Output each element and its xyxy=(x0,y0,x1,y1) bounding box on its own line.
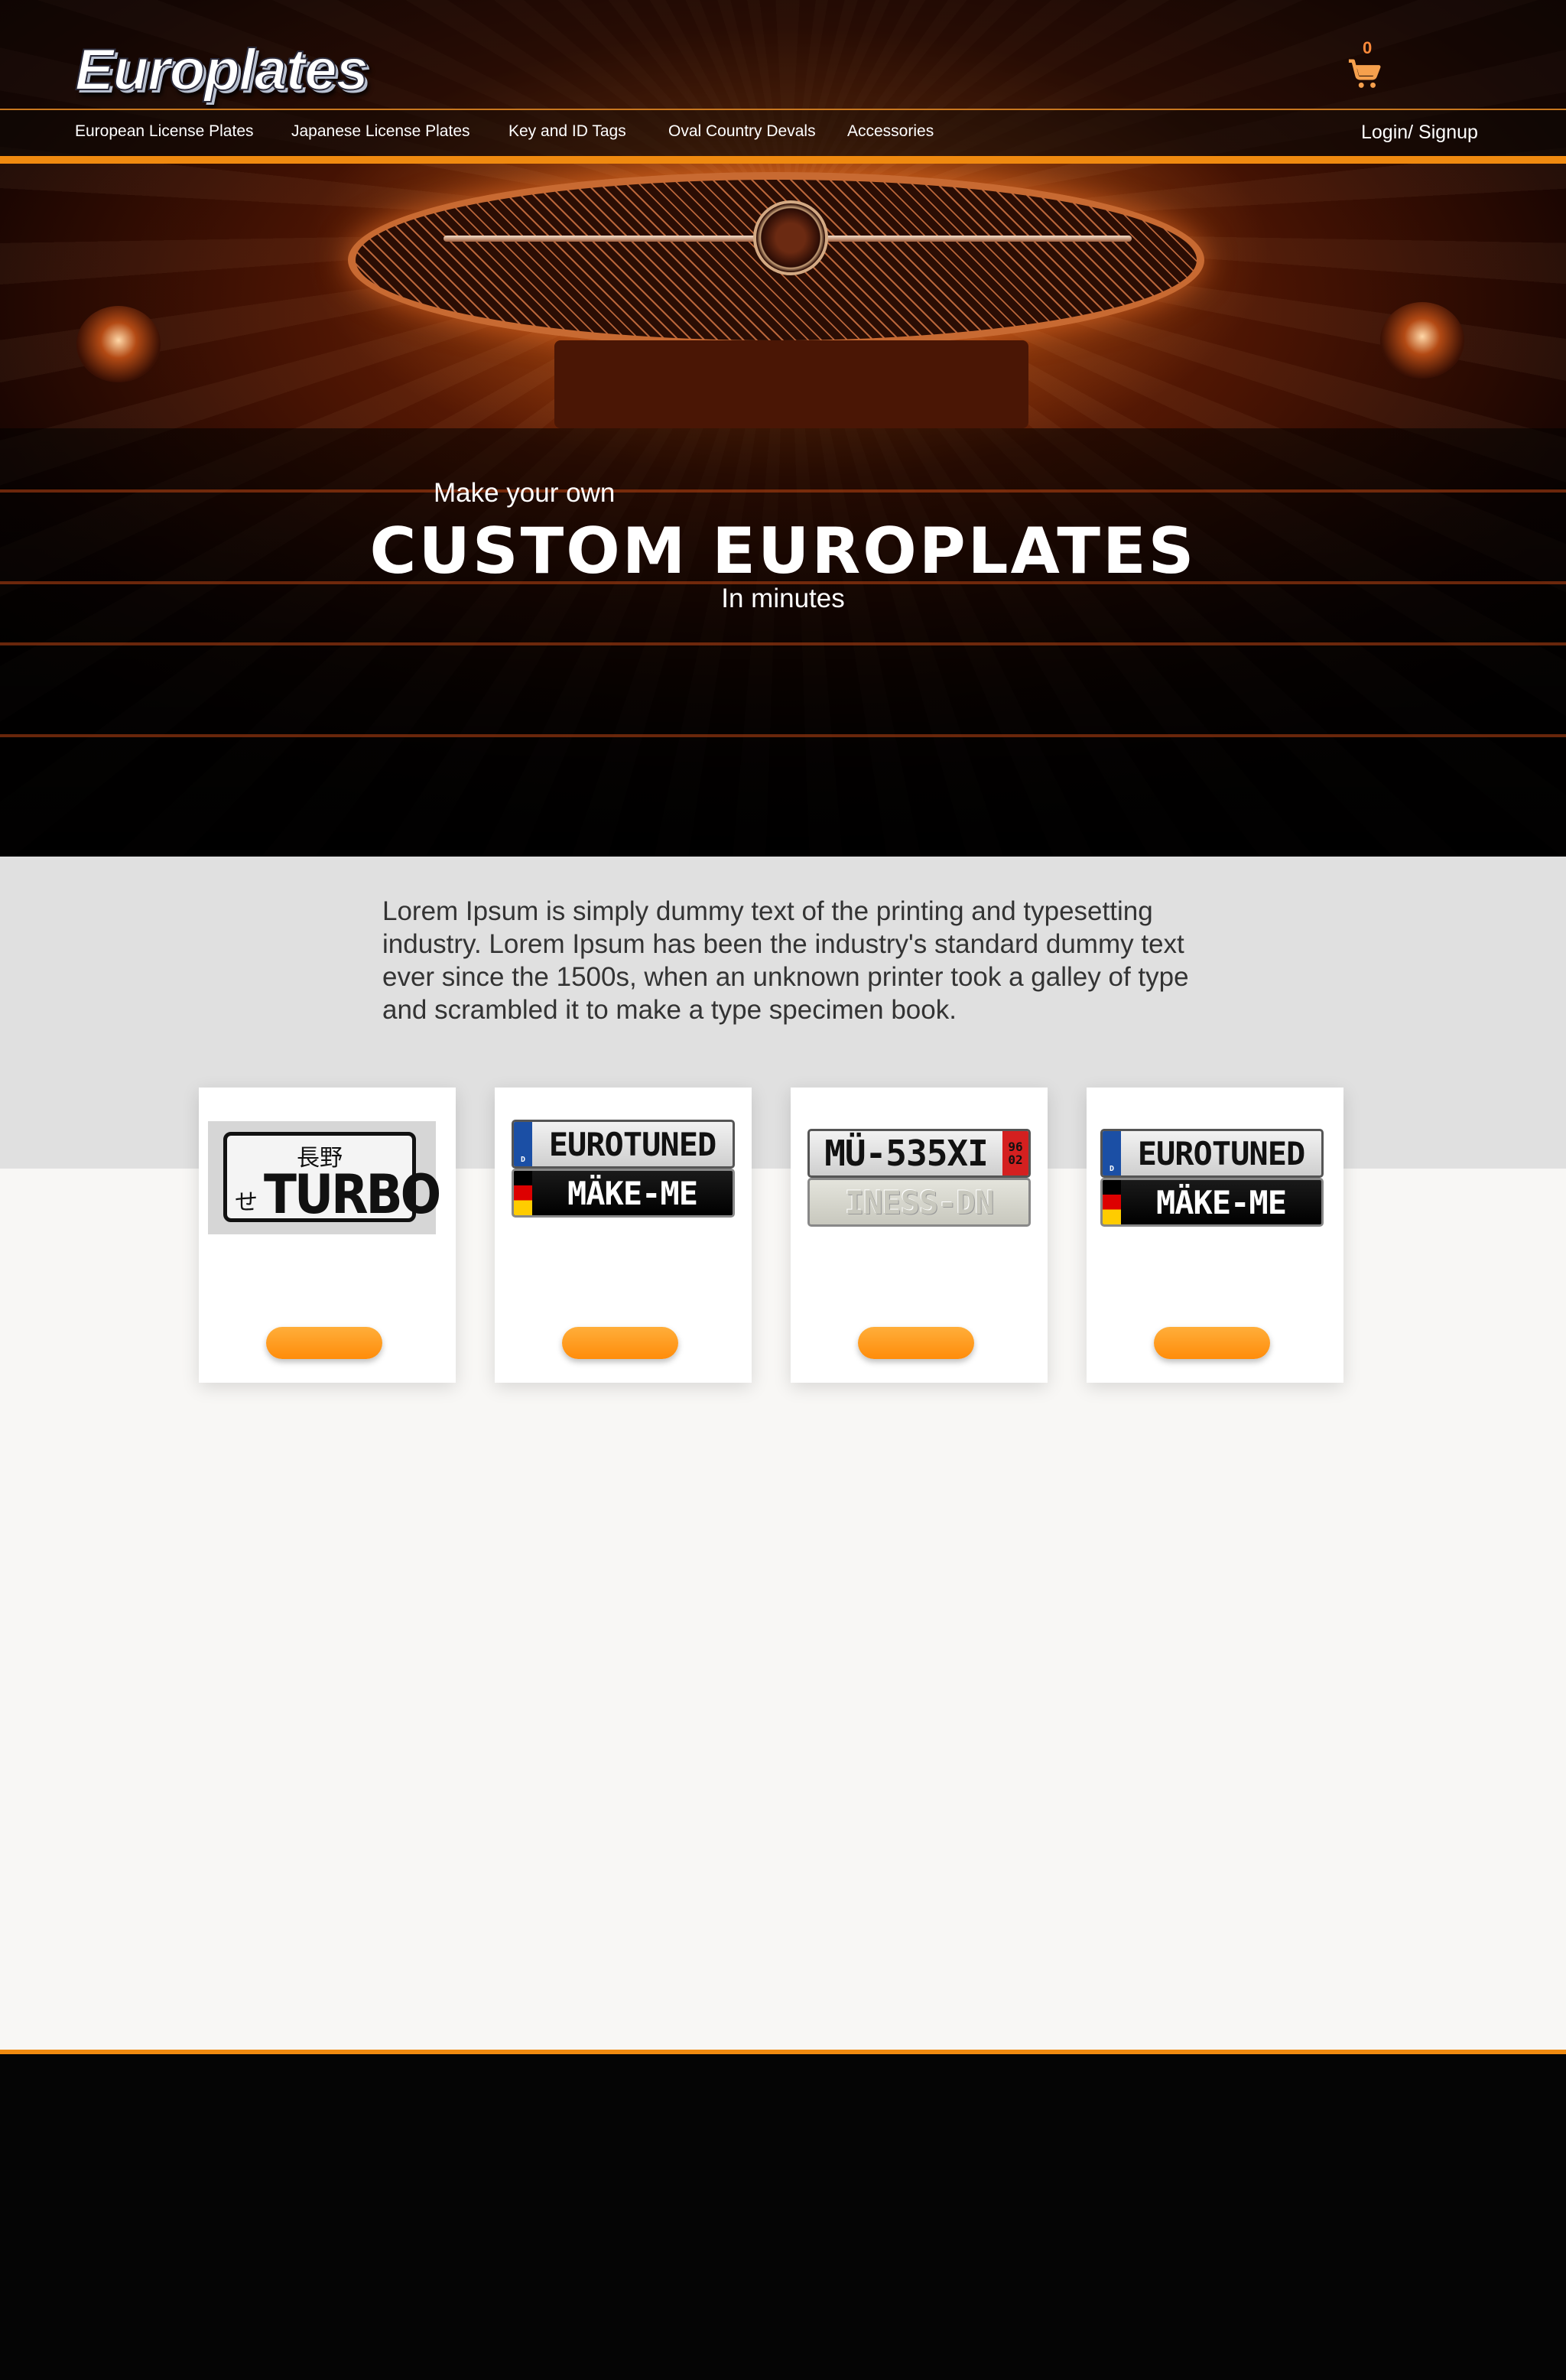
nav-key-id-tags[interactable]: Key and ID Tags xyxy=(508,122,626,141)
cart-icon[interactable] xyxy=(1347,57,1382,92)
eu-band: D xyxy=(514,1122,532,1166)
eu-band: D xyxy=(1103,1131,1121,1175)
product-image: 長野 せ TURBO xyxy=(208,1121,441,1234)
cart-count-badge: 0 xyxy=(1363,38,1373,57)
product-card[interactable]: 長野 せ TURBO xyxy=(199,1088,456,1383)
plate-text: MÄKE-ME xyxy=(567,1174,698,1212)
car-bumper xyxy=(0,428,1566,857)
hero-headline: CUSTOM EUROPLATES xyxy=(369,514,1197,588)
footer xyxy=(0,2054,1566,2380)
hero-subtitle: Make your own xyxy=(434,478,616,508)
car-badge xyxy=(753,200,828,275)
car-headlamp-right xyxy=(1380,302,1464,379)
plate-text: EUROTUNED xyxy=(548,1125,717,1163)
nav-japanese-plates[interactable]: Japanese License Plates xyxy=(291,122,470,141)
plate-text: EUROTUNED xyxy=(1137,1134,1306,1172)
plate-text: MÄKE-ME xyxy=(1155,1183,1287,1221)
car-headlamp-left xyxy=(76,306,161,382)
plate-text: MÜ-535XI xyxy=(824,1133,989,1174)
hero-tagline: In minutes xyxy=(721,584,845,613)
product-image: MÄKE-ME xyxy=(512,1169,735,1218)
product-card[interactable]: D EUROTUNED MÄKE-ME xyxy=(1087,1088,1343,1383)
product-button[interactable] xyxy=(1154,1327,1270,1359)
product-image: D EUROTUNED xyxy=(1100,1129,1324,1178)
plate-side-tag: 96 02 xyxy=(1002,1131,1028,1175)
product-image: MÜ-535XI 96 02 xyxy=(807,1129,1031,1178)
login-signup-link[interactable]: Login/ Signup xyxy=(1361,122,1478,144)
flag-band xyxy=(514,1171,532,1215)
product-button[interactable] xyxy=(266,1327,382,1359)
product-image: D EUROTUNED xyxy=(512,1120,735,1169)
product-image: MÄKE-ME xyxy=(1100,1178,1324,1227)
intro-text: Lorem Ipsum is simply dummy text of the … xyxy=(382,896,1189,1025)
product-button[interactable] xyxy=(858,1327,974,1359)
nav-oval-country-decals[interactable]: Oval Country Devals xyxy=(668,122,816,141)
nav-accessories[interactable]: Accessories xyxy=(847,122,934,141)
product-image: INESS-DN xyxy=(807,1178,1031,1227)
site-logo[interactable]: Europlates xyxy=(74,37,369,103)
flag-band xyxy=(1103,1180,1121,1224)
plate-text: INESS-DN xyxy=(844,1183,994,1221)
product-button[interactable] xyxy=(562,1327,678,1359)
plate-number-text: TURBO xyxy=(264,1163,441,1226)
plate-kana-text: せ xyxy=(235,1190,258,1215)
car-plate-slot xyxy=(554,340,1028,428)
nav-european-plates[interactable]: European License Plates xyxy=(75,122,254,141)
header-accent-bar xyxy=(0,156,1566,164)
product-card[interactable]: MÜ-535XI 96 02 INESS-DN xyxy=(791,1088,1048,1383)
product-card[interactable]: D EUROTUNED MÄKE-ME xyxy=(495,1088,752,1383)
